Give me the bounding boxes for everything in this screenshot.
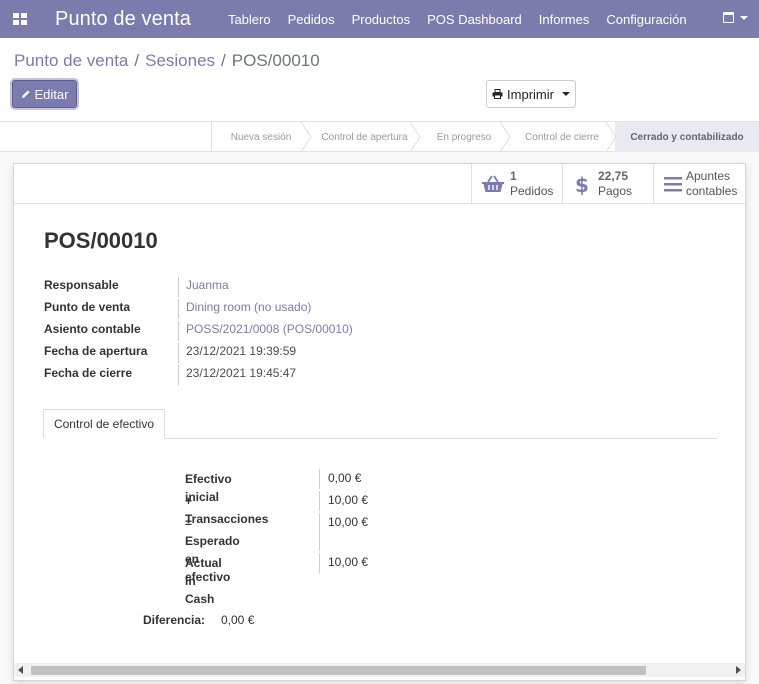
- breadcrumb-current: POS/00010: [231, 51, 320, 70]
- difference-label: Diferencia:: [143, 613, 206, 627]
- menu-item-informes[interactable]: Informes: [539, 12, 590, 27]
- stage-nueva-sesion[interactable]: Nueva sesión: [211, 122, 310, 152]
- scroll-right-icon[interactable]: [736, 666, 741, 674]
- main-menu: Tablero Pedidos Productos POS Dashboard …: [228, 12, 704, 27]
- orders-count: 1: [510, 169, 517, 183]
- menu-item-productos[interactable]: Productos: [352, 12, 411, 27]
- field-label: Fecha de apertura: [44, 344, 148, 358]
- journal-entries-text: Apuntes contables: [686, 169, 737, 199]
- field-value-fecha-cierre: 23/12/2021 19:45:47: [186, 366, 297, 380]
- edit-button[interactable]: Editar: [12, 80, 77, 108]
- stage-chevron: [605, 122, 617, 152]
- field-divider: [178, 299, 179, 319]
- menu-item-pedidos[interactable]: Pedidos: [288, 12, 335, 27]
- calendar-icon: [723, 12, 734, 23]
- menu-item-pos-dashboard[interactable]: POS Dashboard: [427, 12, 522, 27]
- stage-control-cierre[interactable]: Control de cierre: [509, 122, 615, 152]
- list-icon: [664, 177, 682, 192]
- cash-value: 10,00 €: [328, 555, 369, 569]
- payments-amount: 22,75: [598, 169, 629, 183]
- stage-chevron: [300, 122, 312, 152]
- field-label: Asiento contable: [44, 322, 141, 336]
- journal-entries-label-1: Apuntes: [686, 169, 731, 183]
- print-button-label: Imprimir: [507, 86, 554, 102]
- caret-down-icon: [561, 92, 570, 96]
- horizontal-scrollbar[interactable]: [14, 663, 745, 677]
- smart-button-box: 1 Pedidos $ 22,75 Pagos Apuntes contables: [14, 164, 745, 204]
- field-label: Punto de venta: [44, 300, 131, 314]
- stage-chevron: [499, 122, 511, 152]
- status-bar: Nueva sesión Control de apertura En prog…: [0, 122, 759, 152]
- edit-button-label: Editar: [34, 86, 69, 102]
- payments-smart-text: 22,75 Pagos: [598, 169, 632, 199]
- control-panel: Punto de venta / Sesiones / POS/00010 Editar…: [0, 38, 759, 122]
- field-value-asiento-contable[interactable]: POSS/2021/0008 (POS/00010): [186, 322, 353, 336]
- cash-divider: [319, 553, 320, 573]
- dollar-icon: $: [575, 173, 589, 195]
- app-brand[interactable]: Punto de venta: [55, 8, 191, 31]
- basket-icon: [482, 175, 504, 192]
- breadcrumb-separator: /: [134, 51, 140, 70]
- print-button[interactable]: Imprimir: [486, 80, 576, 108]
- cash-value: 10,00 €: [328, 493, 369, 507]
- field-divider: [178, 321, 179, 341]
- orders-smart-button[interactable]: 1 Pedidos: [471, 164, 563, 204]
- cash-divider: [319, 491, 320, 511]
- apps-grid-icon[interactable]: [13, 13, 27, 25]
- field-value-punto-de-venta[interactable]: Dining room (no usado): [186, 300, 311, 314]
- cash-divider: [319, 513, 320, 551]
- printer-icon: [492, 89, 503, 99]
- stage-label: Control de cierre: [525, 131, 599, 143]
- payments-label: Pagos: [598, 184, 633, 198]
- breadcrumb-separator: /: [221, 51, 226, 70]
- journal-entries-label-2: contables: [686, 184, 738, 198]
- record-title: POS/00010: [44, 228, 158, 253]
- orders-label: Pedidos: [510, 184, 554, 198]
- form-sheet: 1 Pedidos $ 22,75 Pagos Apuntes contables P…: [13, 163, 746, 681]
- top-navbar: Punto de venta Tablero Pedidos Productos…: [0, 0, 759, 38]
- cash-value: 10,00 €: [328, 515, 369, 529]
- field-label: Responsable: [44, 278, 119, 292]
- stage-label: Nueva sesión: [230, 131, 292, 143]
- field-divider: [178, 365, 179, 385]
- stage-label: Cerrado y contabilizado: [630, 131, 744, 143]
- breadcrumb: Punto de venta / Sesiones / POS/00010: [14, 51, 320, 71]
- breadcrumb-punto-de-venta[interactable]: Punto de venta: [14, 51, 128, 70]
- payments-smart-button[interactable]: $ 22,75 Pagos: [562, 164, 654, 204]
- stage-label: En progreso: [436, 131, 492, 143]
- field-value-responsable[interactable]: Juanma: [186, 278, 229, 292]
- stage-en-progreso[interactable]: En progreso: [419, 122, 509, 152]
- cash-label: Actual in Cash: [185, 556, 222, 606]
- stage-chevron: [409, 122, 421, 152]
- field-label: Fecha de cierre: [44, 366, 133, 380]
- scrollbar-thumb[interactable]: [31, 666, 646, 675]
- stage-cerrado-contabilizado[interactable]: Cerrado y contabilizado: [615, 122, 759, 152]
- calendar-dropdown[interactable]: [723, 12, 748, 23]
- cash-divider: [319, 469, 320, 489]
- journal-entries-smart-button[interactable]: Apuntes contables: [653, 164, 745, 204]
- breadcrumb-sesiones[interactable]: Sesiones: [145, 51, 215, 70]
- stage-control-apertura[interactable]: Control de apertura: [310, 122, 419, 152]
- difference-value: 0,00 €: [221, 613, 255, 627]
- menu-item-tablero[interactable]: Tablero: [228, 12, 271, 27]
- scroll-left-icon[interactable]: [18, 666, 23, 674]
- stage-label: Control de apertura: [321, 131, 408, 143]
- pencil-icon: [21, 90, 30, 98]
- menu-item-configuracion[interactable]: Configuración: [606, 12, 686, 27]
- svg-text:$: $: [575, 173, 589, 195]
- field-divider: [178, 277, 179, 297]
- cash-value: 0,00 €: [328, 471, 362, 485]
- tab-control-de-efectivo[interactable]: Control de efectivo: [43, 409, 165, 439]
- field-divider: [178, 343, 179, 363]
- caret-down-icon: [740, 15, 748, 20]
- orders-smart-text: 1 Pedidos: [510, 169, 553, 199]
- field-value-fecha-apertura: 23/12/2021 19:39:59: [186, 344, 297, 358]
